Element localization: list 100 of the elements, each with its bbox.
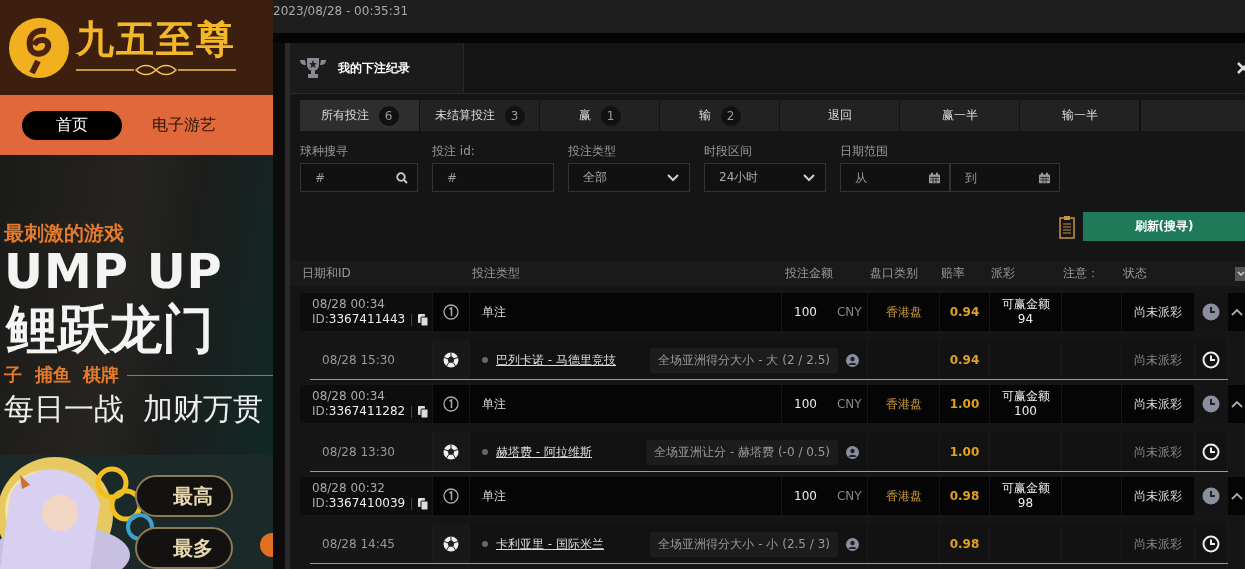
bet-date: 08/28 00:34 xyxy=(312,389,385,404)
input-field[interactable]: # xyxy=(432,163,554,192)
modal-title: 我的下注纪录 xyxy=(338,59,410,77)
field-label: 球种搜寻 xyxy=(300,143,349,157)
market-type: 香港盘 xyxy=(885,303,922,321)
clipboard-icon[interactable] xyxy=(1059,214,1075,239)
odds: 0.94 xyxy=(949,305,980,319)
bet-date: 08/28 00:34 xyxy=(312,297,385,312)
bet-amount: 100 xyxy=(794,397,817,411)
search-icon[interactable] xyxy=(396,171,408,184)
bet-status: 尚未派彩 xyxy=(1134,487,1182,505)
collapse-icon[interactable] xyxy=(1230,400,1243,408)
banner-slogan: 每日一战 加财万贯 xyxy=(4,390,265,428)
column-header: 赔率 xyxy=(941,265,966,282)
banner-title: 鲤跃龙门 xyxy=(4,298,215,361)
soccer-ball-icon xyxy=(443,444,459,460)
currency: CNY xyxy=(836,305,862,319)
banner-categories: 子 捕鱼 棋牌 xyxy=(4,363,120,387)
bet-type: 单注 xyxy=(482,395,506,413)
chevron-down-icon xyxy=(667,173,679,182)
match-link[interactable]: 卡利亚里 - 国际米兰 xyxy=(496,535,604,553)
bet-selection: 全场亚洲得分大小 - 小 (2.5 / 3) xyxy=(650,531,838,557)
timestamp: 2023/08/28 - 00:35:31 xyxy=(273,3,409,18)
soccer-ball-icon xyxy=(443,352,459,368)
soccer-ball-icon xyxy=(443,536,459,552)
payout-label: 可赢金额 xyxy=(1001,297,1050,312)
match-time: 08/28 13:30 xyxy=(322,445,395,459)
single-bet-icon xyxy=(443,488,459,504)
match-link[interactable]: 巴列卡诺 - 马德里竞技 xyxy=(496,351,616,369)
ornament-divider-icon xyxy=(76,63,236,76)
banner-button[interactable]: 最高 xyxy=(135,475,233,517)
clock-icon xyxy=(1202,303,1220,321)
odds: 1.00 xyxy=(949,397,980,411)
calendar-icon[interactable] xyxy=(929,172,940,183)
single-bet-icon xyxy=(443,396,459,412)
clock-icon xyxy=(1202,535,1220,553)
copy-icon[interactable] xyxy=(418,497,429,510)
clock-icon xyxy=(1202,443,1220,461)
filter-tab[interactable]: 所有投注 6 xyxy=(300,100,420,131)
odds: 0.94 xyxy=(949,353,980,367)
bet-selection: 全场亚洲让分 - 赫塔费 (-0 / 0.5) xyxy=(646,439,838,465)
banner-headline: UMP UP xyxy=(4,245,224,297)
column-header: 投注类型 xyxy=(472,265,521,282)
bet-amount: 100 xyxy=(794,305,817,319)
copy-icon[interactable] xyxy=(418,405,429,418)
dropdown-icon[interactable] xyxy=(1235,266,1245,281)
search-field[interactable]: # xyxy=(300,163,418,192)
match-time: 08/28 14:45 xyxy=(322,537,395,551)
odds: 1.00 xyxy=(949,445,980,459)
match-link[interactable]: 赫塔费 - 阿拉维斯 xyxy=(496,443,592,461)
refresh-button[interactable]: 刷新(搜寻) xyxy=(1083,212,1245,241)
person-icon xyxy=(846,537,859,551)
logo-icon xyxy=(8,16,70,79)
field-label: 投注类型 xyxy=(568,143,617,157)
calendar-icon[interactable] xyxy=(1039,172,1050,183)
column-header: 投注金额 xyxy=(785,265,834,282)
close-icon[interactable] xyxy=(1237,61,1245,75)
nav-link[interactable]: 首页 xyxy=(22,110,122,140)
leg-status: 尚未派彩 xyxy=(1134,351,1182,369)
leg-status: 尚未派彩 xyxy=(1134,535,1182,553)
payout-amount: 94 xyxy=(1017,312,1034,327)
bet-date: 08/28 00:32 xyxy=(312,481,385,496)
trophy-icon xyxy=(300,57,326,79)
person-icon xyxy=(846,445,859,459)
payout-label: 可赢金额 xyxy=(1001,481,1050,496)
column-header: 状态 xyxy=(1123,265,1148,282)
dropdown[interactable]: 24小时 xyxy=(704,163,826,192)
collapse-icon[interactable] xyxy=(1230,492,1243,500)
copy-icon[interactable] xyxy=(418,313,429,326)
column-header: 注意： xyxy=(1063,265,1100,282)
bet-type: 单注 xyxy=(482,303,506,321)
clock-icon xyxy=(1202,351,1220,369)
clock-icon xyxy=(1202,395,1220,413)
payout-label: 可赢金额 xyxy=(1001,389,1050,404)
chevron-down-icon xyxy=(803,173,815,182)
dropdown[interactable]: 全部 xyxy=(568,163,690,192)
date-field[interactable]: 到 xyxy=(950,163,1060,192)
payout-amount: 100 xyxy=(1014,404,1037,419)
bet-type: 单注 xyxy=(482,487,506,505)
person-icon xyxy=(846,353,859,367)
date-field[interactable]: 从 xyxy=(840,163,950,192)
column-header: 盘口类别 xyxy=(870,265,919,282)
currency: CNY xyxy=(836,397,862,411)
banner-button[interactable]: 最多 xyxy=(135,527,233,569)
column-header: 派彩 xyxy=(991,265,1016,282)
bet-id: ID:3367411282 xyxy=(312,404,406,419)
bet-amount: 100 xyxy=(794,489,817,503)
odds: 0.98 xyxy=(949,537,980,551)
leg-status: 尚未派彩 xyxy=(1134,443,1182,461)
bet-id: ID:3367410039 xyxy=(312,496,406,511)
bet-status: 尚未派彩 xyxy=(1134,303,1182,321)
field-label: 日期范围 xyxy=(840,143,889,157)
nav-link[interactable]: 电子游艺 xyxy=(152,110,216,140)
banner-tagline: 最刺激的游戏 xyxy=(4,221,125,245)
bet-id: ID:3367411443 xyxy=(312,312,406,327)
logo-text: 九五至尊 xyxy=(76,19,236,58)
match-time: 08/28 15:30 xyxy=(322,353,395,367)
column-header: 日期和ID xyxy=(302,265,352,282)
bet-status: 尚未派彩 xyxy=(1134,395,1182,413)
collapse-icon[interactable] xyxy=(1230,308,1243,316)
